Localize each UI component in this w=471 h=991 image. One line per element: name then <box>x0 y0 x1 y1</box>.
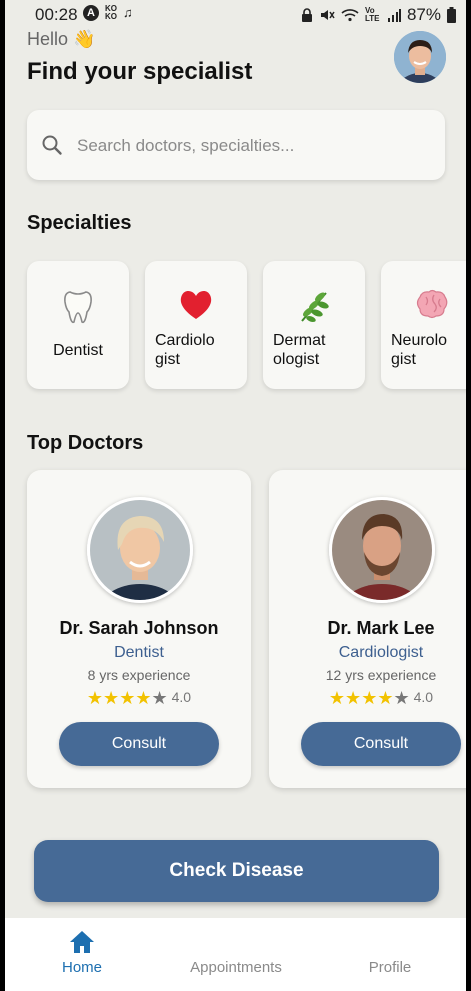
top-doctors-heading: Top Doctors <box>27 432 144 454</box>
mute-icon <box>320 10 335 20</box>
doctor-experience: 8 yrs experience <box>87 667 191 683</box>
nav-item-home[interactable]: Home <box>42 918 122 991</box>
home-icon <box>70 931 94 953</box>
nav-label-profile: Profile <box>368 959 412 976</box>
specialty-label: Dermat ologist <box>273 332 326 368</box>
search-input[interactable] <box>75 130 429 162</box>
doctor-rating: ★★★★★ 4.0 <box>269 688 466 709</box>
app-notification-icon: A <box>83 5 99 21</box>
battery-percent: 87% <box>406 5 441 24</box>
doctor-name: Dr. Mark Lee <box>327 618 435 638</box>
nav-item-profile[interactable]: Profile <box>350 918 430 991</box>
user-avatar[interactable] <box>394 31 446 83</box>
doctor-specialty: Dentist <box>114 644 164 661</box>
heart-icon <box>145 289 247 325</box>
bottom-navigation: Home Appointments Profile <box>5 918 466 991</box>
specialty-card-cardiologist[interactable]: Cardiolo gist <box>145 261 247 389</box>
rating-value: 4.0 <box>171 689 192 705</box>
rating-value: 4.0 <box>413 689 434 705</box>
page-title: Find your specialist <box>27 58 253 85</box>
nav-item-appointments[interactable]: Appointments <box>175 918 297 991</box>
nav-label-appointments: Appointments <box>190 959 282 976</box>
doctor-photo <box>329 497 435 603</box>
star-icon: ★ <box>103 688 120 708</box>
specialty-label: Cardiolo gist <box>155 332 215 368</box>
specialties-list: Dentist Cardiolo gist Dermat ologist Neu… <box>27 261 466 391</box>
signal-icon <box>387 9 401 22</box>
volte-icon: Vo LTE <box>364 6 380 23</box>
wifi-icon <box>341 9 359 22</box>
specialty-card-dentist[interactable]: Dentist <box>27 261 129 389</box>
check-disease-button[interactable]: Check Disease <box>34 840 439 902</box>
brain-icon <box>381 289 466 325</box>
status-time: 00:28 <box>35 5 78 24</box>
star-empty-icon: ★ <box>393 688 410 708</box>
music-notification-icon: ♫ <box>123 5 133 20</box>
specialty-label: Neurolo gist <box>391 332 448 368</box>
battery-icon <box>447 7 456 23</box>
tooth-icon <box>27 289 129 325</box>
status-notification-icons: A KO KO ♫ <box>83 5 133 21</box>
consult-button[interactable]: Consult <box>59 722 219 766</box>
doctor-specialty: Cardiologist <box>338 644 424 661</box>
user-avatar-image <box>394 31 446 83</box>
doctor-card[interactable]: Dr. Mark Lee Cardiologist 12 yrs experie… <box>269 470 466 788</box>
star-icon: ★ <box>135 688 152 708</box>
star-icon: ★ <box>86 688 104 708</box>
greeting-text: Hello 👋 <box>27 29 96 49</box>
specialty-card-dermatologist[interactable]: Dermat ologist <box>263 261 365 389</box>
nav-label-home: Home <box>61 959 102 976</box>
star-icon: ★ <box>328 688 346 708</box>
doctor-experience: 12 yrs experience <box>325 667 437 683</box>
specialty-card-neurologist[interactable]: Neurolo gist <box>381 261 466 389</box>
doctor-rating: ★★★★★ 4.0 <box>27 688 251 709</box>
leaf-icon <box>263 289 365 325</box>
star-empty-icon: ★ <box>151 688 168 708</box>
kakao-notification-icon: KO KO <box>105 4 117 21</box>
specialty-label: Dentist <box>53 342 103 359</box>
consult-button[interactable]: Consult <box>301 722 461 766</box>
doctor-card[interactable]: Dr. Sarah Johnson Dentist 8 yrs experien… <box>27 470 251 788</box>
status-bar: 00:28 A KO KO ♫ Vo LTE 87% <box>5 0 466 30</box>
star-icon: ★ <box>377 688 394 708</box>
doctor-photo <box>87 497 193 603</box>
app-screen: 00:28 A KO KO ♫ Vo LTE 87% Hello 👋 Find yo… <box>5 0 466 991</box>
search-icon <box>42 135 62 155</box>
doctor-name: Dr. Sarah Johnson <box>59 618 219 638</box>
specialties-heading: Specialties <box>27 212 132 234</box>
star-icon: ★ <box>345 688 362 708</box>
lock-icon <box>301 8 312 22</box>
status-system-icons: Vo LTE 87% <box>301 5 456 25</box>
star-icon: ★ <box>119 688 136 708</box>
search-bar[interactable] <box>27 110 445 180</box>
star-icon: ★ <box>361 688 378 708</box>
